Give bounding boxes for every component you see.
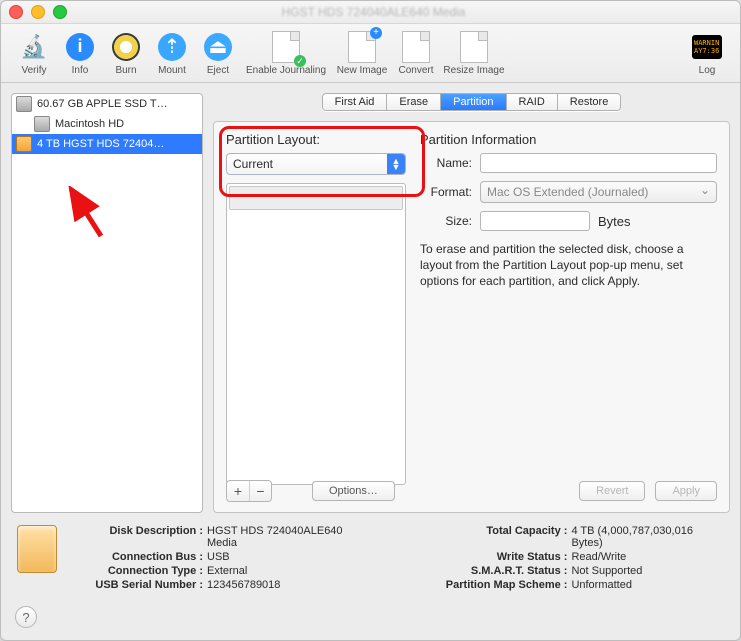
- hard-disk-icon: [34, 116, 50, 132]
- new-image-icon: +: [346, 31, 378, 63]
- enable-journaling-button[interactable]: ✓ Enable Journaling: [241, 31, 331, 76]
- partition-info-label: Partition Information: [420, 132, 717, 147]
- total-capacity-key: Total Capacity :: [412, 525, 567, 549]
- window-title: HGST HDS 724040ALE640 Media: [67, 5, 680, 19]
- burn-button[interactable]: Burn: [103, 31, 149, 76]
- tab-erase[interactable]: Erase: [387, 94, 441, 110]
- options-button[interactable]: Options…: [312, 481, 395, 501]
- external-disk-icon: [16, 136, 32, 152]
- mount-icon: ⇡: [156, 31, 188, 63]
- zoom-button[interactable]: [53, 5, 67, 19]
- verify-button[interactable]: 🔬 Verify: [11, 31, 57, 76]
- partition-add-remove: + −: [226, 480, 272, 502]
- tab-raid[interactable]: RAID: [507, 94, 558, 110]
- sidebar-item-external-hgst[interactable]: 4 TB HGST HDS 72404…: [12, 134, 202, 154]
- eject-label: Eject: [207, 65, 229, 76]
- smart-status-key: S.M.A.R.T. Status :: [412, 565, 567, 577]
- sidebar-item-internal-ssd[interactable]: 60.67 GB APPLE SSD T…: [12, 94, 202, 114]
- name-label: Name:: [420, 156, 472, 170]
- apply-button[interactable]: Apply: [655, 481, 717, 501]
- mount-label: Mount: [158, 65, 186, 76]
- help-button[interactable]: ?: [15, 606, 37, 628]
- size-unit: Bytes: [598, 214, 631, 229]
- tab-first-aid[interactable]: First Aid: [323, 94, 388, 110]
- disk-description-key: Disk Description :: [73, 525, 203, 549]
- hard-disk-icon: [16, 96, 32, 112]
- disk-details-footer: Disk Description :HGST HDS 724040ALE640 …: [1, 513, 740, 591]
- remove-partition-button[interactable]: −: [249, 481, 271, 501]
- format-label: Format:: [420, 185, 472, 199]
- sidebar-item-label: Macintosh HD: [55, 118, 124, 130]
- connection-type-key: Connection Type :: [73, 565, 203, 577]
- disk-description-value: HGST HDS 724040ALE640 Media: [207, 525, 373, 549]
- toolbar: 🔬 Verify i Info Burn ⇡ Mount ⏏ Eject ✓ E…: [1, 24, 740, 83]
- info-button[interactable]: i Info: [57, 31, 103, 76]
- eject-button[interactable]: ⏏ Eject: [195, 31, 241, 76]
- eject-icon: ⏏: [202, 31, 234, 63]
- disk-utility-window: HGST HDS 724040ALE640 Media 🔬 Verify i I…: [0, 0, 741, 641]
- sidebar-item-macintosh-hd[interactable]: Macintosh HD: [12, 114, 202, 134]
- verify-label: Verify: [21, 65, 46, 76]
- sidebar-item-label: 4 TB HGST HDS 72404…: [37, 138, 164, 150]
- resize-image-icon: [458, 31, 490, 63]
- usb-serial-key: USB Serial Number :: [73, 579, 203, 591]
- format-value: Mac OS Extended (Journaled): [487, 185, 648, 199]
- partition-map-scheme-key: Partition Map Scheme :: [412, 579, 567, 591]
- write-status-value: Read/Write: [571, 551, 724, 563]
- microscope-icon: 🔬: [18, 31, 50, 63]
- minimize-button[interactable]: [31, 5, 45, 19]
- disk-large-icon: [17, 525, 57, 573]
- burn-label: Burn: [115, 65, 136, 76]
- chevron-updown-icon: ▲▼: [387, 154, 405, 174]
- connection-type-value: External: [207, 565, 373, 577]
- total-capacity-value: 4 TB (4,000,787,030,016 Bytes): [571, 525, 724, 549]
- write-status-key: Write Status :: [412, 551, 567, 563]
- log-label: Log: [699, 65, 716, 76]
- usb-serial-value: 123456789018: [207, 579, 373, 591]
- resize-image-button[interactable]: Resize Image: [439, 31, 509, 76]
- add-partition-button[interactable]: +: [227, 481, 249, 501]
- size-field[interactable]: [480, 211, 590, 231]
- partition-slice[interactable]: [229, 186, 403, 210]
- log-button[interactable]: WARNIN AY7:36 Log: [684, 31, 730, 76]
- info-label: Info: [72, 65, 89, 76]
- partition-layout-label: Partition Layout:: [226, 132, 406, 147]
- partition-panel: Partition Layout: Current ▲▼ Partition I…: [213, 121, 730, 513]
- journaling-icon: ✓: [270, 31, 302, 63]
- format-select[interactable]: Mac OS Extended (Journaled): [480, 181, 717, 203]
- connection-bus-value: USB: [207, 551, 373, 563]
- partition-layout-select[interactable]: Current ▲▼: [226, 153, 406, 175]
- convert-button[interactable]: Convert: [393, 31, 439, 76]
- log-icon: WARNIN AY7:36: [691, 31, 723, 63]
- close-button[interactable]: [9, 5, 23, 19]
- enable-journaling-label: Enable Journaling: [246, 65, 326, 76]
- size-label: Size:: [420, 214, 472, 228]
- titlebar: HGST HDS 724040ALE640 Media: [1, 1, 740, 24]
- mount-button[interactable]: ⇡ Mount: [149, 31, 195, 76]
- name-field[interactable]: [480, 153, 717, 173]
- resize-image-label: Resize Image: [443, 65, 504, 76]
- tab-bar: First Aid Erase Partition RAID Restore: [213, 93, 730, 111]
- disk-sidebar[interactable]: 60.67 GB APPLE SSD T… Macintosh HD 4 TB …: [11, 93, 203, 513]
- partition-map-scheme-value: Unformatted: [571, 579, 724, 591]
- partition-layout-value: Current: [227, 157, 387, 171]
- burn-icon: [110, 31, 142, 63]
- new-image-button[interactable]: + New Image: [331, 31, 393, 76]
- tab-partition[interactable]: Partition: [441, 94, 506, 110]
- new-image-label: New Image: [337, 65, 388, 76]
- connection-bus-key: Connection Bus :: [73, 551, 203, 563]
- convert-icon: [400, 31, 432, 63]
- partition-description: To erase and partition the selected disk…: [420, 241, 717, 289]
- partition-map-canvas[interactable]: [226, 183, 406, 485]
- sidebar-item-label: 60.67 GB APPLE SSD T…: [37, 98, 168, 110]
- convert-label: Convert: [398, 65, 433, 76]
- info-icon: i: [64, 31, 96, 63]
- revert-button[interactable]: Revert: [579, 481, 645, 501]
- tab-restore[interactable]: Restore: [558, 94, 621, 110]
- window-controls: [9, 5, 67, 19]
- smart-status-value: Not Supported: [571, 565, 724, 577]
